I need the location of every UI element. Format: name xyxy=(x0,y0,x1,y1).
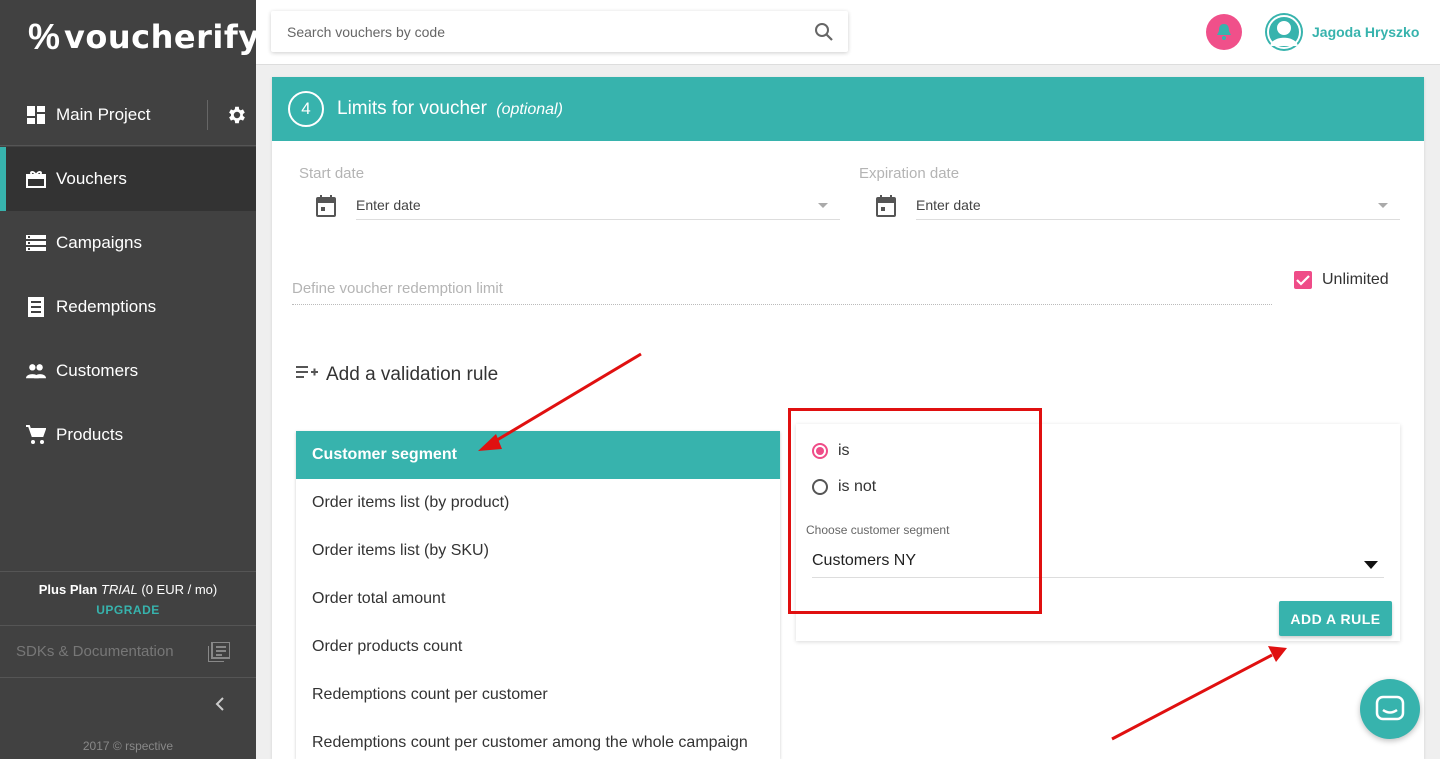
rule-option-order-total[interactable]: Order total amount xyxy=(296,575,780,623)
redemption-limit-input[interactable] xyxy=(292,280,1272,297)
sidebar-item-campaigns[interactable]: Campaigns xyxy=(0,211,256,275)
project-switcher: Main Project xyxy=(0,84,256,146)
plan-info: Plus Plan TRIAL (0 EUR / mo) UPGRADE xyxy=(0,571,256,625)
rule-option-products-count[interactable]: Order products count xyxy=(296,623,780,671)
sidebar-item-label: Campaigns xyxy=(56,233,142,252)
search-icon[interactable] xyxy=(814,22,834,47)
radio-is-not[interactable]: is not xyxy=(812,478,876,496)
plan-name: Plus Plan xyxy=(38,582,98,597)
radio-is-label: is xyxy=(838,442,850,459)
redemption-limit-field xyxy=(292,280,1272,305)
segment-value: Customers NY xyxy=(812,552,917,569)
people-icon xyxy=(26,361,46,381)
sidebar-item-vouchers[interactable]: Vouchers xyxy=(0,147,256,211)
expiration-date-label: Expiration date xyxy=(859,165,960,182)
sidebar-item-products[interactable]: Products xyxy=(0,403,256,467)
receipt-icon xyxy=(26,297,46,317)
search-input[interactable] xyxy=(287,23,807,40)
unlimited-checkbox[interactable]: Unlimited xyxy=(1294,271,1389,289)
rule-option-redemptions-campaign[interactable]: Redemptions count per customer among the… xyxy=(296,719,780,759)
logo-text: voucherify xyxy=(64,18,260,56)
gear-icon[interactable] xyxy=(218,84,256,145)
chevron-down-icon xyxy=(1364,561,1378,569)
docs-icon xyxy=(207,641,231,666)
radio-unselected-icon xyxy=(812,479,828,495)
add-rule-label: Add a validation rule xyxy=(326,364,499,385)
step-number: 4 xyxy=(288,91,324,127)
rule-option-customer-segment[interactable]: Customer segment xyxy=(296,431,780,479)
sidebar-item-redemptions[interactable]: Redemptions xyxy=(0,275,256,339)
divider xyxy=(207,99,208,130)
sidebar-item-label: Redemptions xyxy=(56,297,157,316)
start-date-label: Start date xyxy=(299,165,365,182)
add-rule-button[interactable]: ADD A RULE xyxy=(1279,601,1392,636)
expiration-date-block: Expiration date Enter date xyxy=(832,165,1400,220)
dashboard-icon xyxy=(26,105,46,125)
chevron-down-icon xyxy=(818,203,828,208)
calendar-icon[interactable] xyxy=(876,195,896,222)
card-header: 4 Limits for voucher (optional) xyxy=(272,77,1424,141)
sidebar-item-label: Products xyxy=(56,425,124,444)
project-name: Main Project xyxy=(56,104,151,124)
radio-is-not-label: is not xyxy=(838,478,877,495)
notification-bell-icon[interactable] xyxy=(1206,14,1242,50)
chevron-down-icon xyxy=(1378,203,1388,208)
user-menu[interactable]: Jagoda Hryszko xyxy=(1265,13,1419,51)
start-date-block: Start date Enter date xyxy=(272,165,840,220)
rule-option-order-items-sku[interactable]: Order items list (by SKU) xyxy=(296,527,780,575)
card-title: Limits for voucher (optional) xyxy=(337,98,563,120)
unlimited-label: Unlimited xyxy=(1322,271,1389,288)
sdk-label: SDKs & Documentation xyxy=(16,643,174,660)
optional-label: (optional) xyxy=(496,101,563,118)
cart-icon xyxy=(26,425,46,445)
rule-option-redemptions-per-customer[interactable]: Redemptions count per customer xyxy=(296,671,780,719)
avatar xyxy=(1265,13,1303,51)
expiration-date-value: Enter date xyxy=(916,197,981,213)
percent-icon: % xyxy=(28,16,61,57)
segment-label: Choose customer segment xyxy=(806,523,950,537)
list-icon xyxy=(26,233,46,253)
chat-icon[interactable] xyxy=(1360,679,1420,739)
project-selector[interactable]: Main Project xyxy=(0,84,207,145)
top-bar: Jagoda Hryszko xyxy=(256,0,1440,65)
start-date-value: Enter date xyxy=(356,197,421,213)
user-name: Jagoda Hryszko xyxy=(1312,24,1420,40)
calendar-icon[interactable] xyxy=(316,195,336,222)
radio-is[interactable]: is xyxy=(812,442,850,460)
sidebar-item-label: Vouchers xyxy=(56,169,127,188)
segment-select[interactable]: Customers NY xyxy=(812,552,1384,578)
rule-config-panel: is is not Choose customer segment Custom… xyxy=(796,424,1400,641)
rule-option-order-items-product[interactable]: Order items list (by product) xyxy=(296,479,780,527)
expiration-date-field[interactable]: Enter date xyxy=(916,193,1400,220)
collapse-sidebar-icon[interactable] xyxy=(210,692,230,716)
playlist-add-icon xyxy=(296,364,318,386)
section-title: Limits for voucher xyxy=(337,98,487,119)
radio-selected-icon xyxy=(812,443,828,459)
start-date-field[interactable]: Enter date xyxy=(356,193,840,220)
rule-type-list: Customer segment Order items list (by pr… xyxy=(296,431,780,759)
search-box xyxy=(271,11,848,52)
sdk-docs-link[interactable]: SDKs & Documentation xyxy=(0,625,256,678)
gift-icon xyxy=(26,169,46,189)
limits-card: 4 Limits for voucher (optional) Start da… xyxy=(272,77,1424,759)
sidebar-item-customers[interactable]: Customers xyxy=(0,339,256,403)
add-validation-rule[interactable]: Add a validation rule xyxy=(296,364,498,386)
sidebar: % voucherify Main Project Vouchers Campa… xyxy=(0,0,259,759)
plan-price: (0 EUR / mo) xyxy=(141,582,218,597)
upgrade-link[interactable]: UPGRADE xyxy=(0,603,256,617)
copyright: 2017 © rspective xyxy=(82,739,174,753)
plan-trial: TRIAL xyxy=(100,582,138,597)
voucherify-logo[interactable]: % voucherify xyxy=(28,17,260,57)
checkbox-checked-icon xyxy=(1294,271,1312,289)
sidebar-item-label: Customers xyxy=(56,361,139,380)
